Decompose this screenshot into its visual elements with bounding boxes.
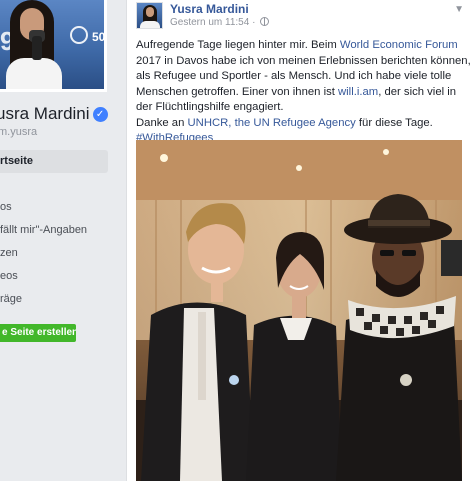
create-page-button[interactable]: e Seite erstellen bbox=[0, 324, 76, 342]
profile-picture-logo-text: 50 bbox=[92, 30, 106, 44]
post-author-name[interactable]: Yusra Mardini bbox=[170, 2, 249, 16]
verified-badge-icon: ✓ bbox=[92, 107, 108, 122]
meta-separator: · bbox=[249, 17, 259, 28]
post-paragraph-1: Aufregende Tage liegen hinter mir. Beim … bbox=[136, 39, 471, 113]
nav-item-home[interactable]: rtseite bbox=[0, 150, 108, 173]
link-unhcr[interactable]: UNHCR, the UN Refugee Agency bbox=[188, 117, 356, 129]
link-world-economic-forum[interactable]: World Economic Forum bbox=[340, 39, 458, 51]
nav-item-info[interactable] bbox=[0, 173, 108, 196]
post-options-chevron-icon[interactable]: ▼ bbox=[454, 4, 464, 15]
profile-picture[interactable]: 9 50 bbox=[0, 0, 107, 92]
post-paragraph-2: Danke an UNHCR, the UN Refugee Agency fü… bbox=[136, 116, 433, 129]
nav-item-reviews[interactable]: zen bbox=[0, 242, 108, 265]
un-logo-icon bbox=[70, 26, 88, 44]
post-card: Yusra Mardini Gestern um 11:54 · ▼ Aufre… bbox=[126, 0, 474, 481]
link-will-i-am[interactable]: will.i.am bbox=[338, 86, 378, 98]
globe-icon bbox=[260, 17, 270, 26]
post-timestamp[interactable]: Gestern um 11:54 bbox=[170, 17, 249, 28]
post-author-avatar[interactable] bbox=[136, 2, 163, 29]
nav-item-posts[interactable]: räge bbox=[0, 288, 108, 311]
nav-item-photos[interactable]: os bbox=[0, 196, 108, 219]
nav-item-videos[interactable]: eos bbox=[0, 265, 108, 288]
page-nav: rtseite os fällt mir"-Angaben zen eos rä… bbox=[0, 150, 108, 311]
profile-sidebar: 9 50 usra Mardini ✓ m.yusra rtseite os fä… bbox=[0, 0, 117, 481]
profile-handle: m.yusra bbox=[0, 126, 38, 138]
post-text: Aufregende Tage liegen hinter mir. Beim … bbox=[136, 38, 471, 147]
post-photo[interactable] bbox=[136, 140, 462, 481]
profile-name[interactable]: usra Mardini ✓ bbox=[0, 104, 108, 124]
post-photo-image bbox=[136, 140, 462, 481]
post-meta: Gestern um 11:54 · bbox=[170, 17, 270, 28]
nav-item-likes[interactable]: fällt mir"-Angaben bbox=[0, 219, 108, 242]
